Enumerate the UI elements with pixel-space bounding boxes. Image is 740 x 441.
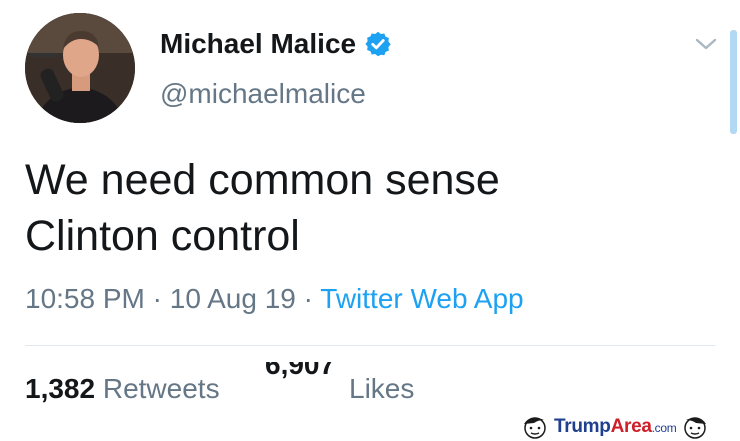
tweet-text-line: Clinton control [25, 212, 300, 260]
tweet-time[interactable]: 10:58 PM [25, 283, 145, 314]
tweet-meta: 10:58 PM · 10 Aug 19 · Twitter Web App [25, 283, 524, 315]
user-handle[interactable]: @michaelmalice [160, 78, 366, 110]
display-name[interactable]: Michael Malice [160, 28, 392, 60]
scrollbar[interactable] [730, 30, 737, 134]
watermark-brand-1: Trump [554, 416, 611, 437]
trump-face-icon [524, 417, 546, 439]
trump-face-icon [684, 417, 707, 439]
watermark-brand-2: Area [610, 416, 652, 437]
likes-count[interactable]: 6,907 [265, 362, 335, 384]
divider [25, 345, 715, 346]
watermark-suffix: .com [651, 421, 677, 435]
chevron-down-icon[interactable] [692, 30, 720, 58]
likes-label[interactable]: Likes [349, 373, 414, 405]
likes-count-text: 6,907 [265, 362, 336, 380]
tweet-text-line: We need common sense [25, 156, 500, 204]
verified-badge-icon [365, 31, 391, 57]
retweets-stat[interactable]: 1,382 Retweets [25, 373, 220, 405]
avatar[interactable] [25, 13, 135, 123]
tweet-source-link[interactable]: Twitter Web App [320, 283, 523, 314]
profile-photo-icon [25, 13, 135, 123]
tweet-date[interactable]: 10 Aug 19 [170, 283, 296, 314]
display-name-text[interactable]: Michael Malice [160, 28, 356, 60]
tweet-text: We need common sense Clinton control [25, 152, 705, 264]
meta-separator: · [303, 283, 313, 314]
retweets-label: Retweets [102, 373, 220, 404]
meta-separator: · [152, 283, 162, 314]
retweets-count: 1,382 [25, 373, 96, 404]
watermark: TrumpArea.com [520, 414, 710, 440]
